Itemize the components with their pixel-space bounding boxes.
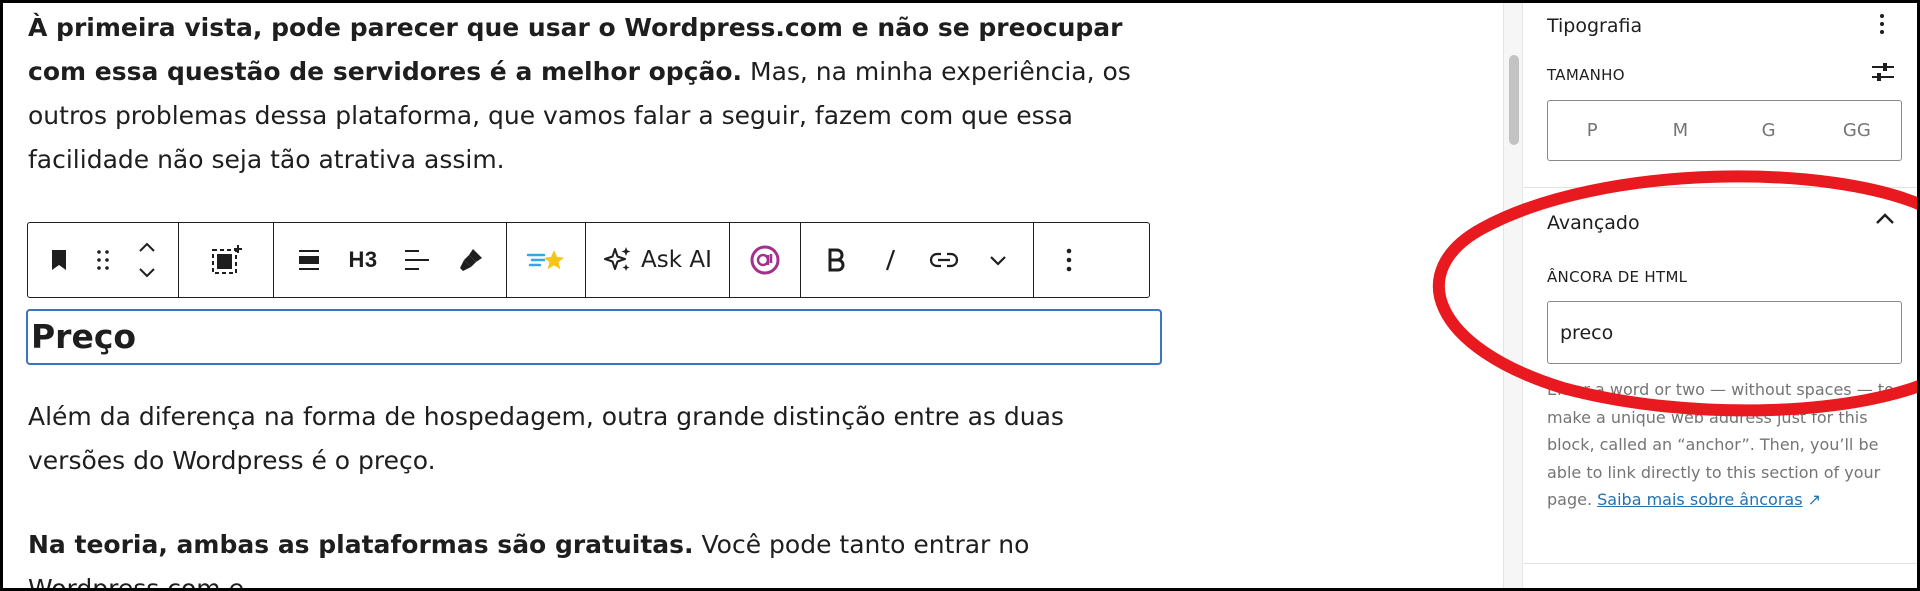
editor-canvas: À primeira vista, pode parecer que usar … [3, 3, 1493, 588]
paragraph-block[interactable]: Além da diferença na forma de hospedagem… [28, 395, 1168, 483]
toolbar-group-plugin [507, 223, 586, 297]
external-link-icon: ↗ [1807, 490, 1822, 509]
toolbar-group-ai-circle [730, 223, 801, 297]
heading-level-icon[interactable]: H3 [339, 236, 387, 284]
html-anchor-input[interactable] [1547, 301, 1902, 364]
heading-block[interactable]: Preço [26, 309, 1162, 365]
learn-more-anchors-link[interactable]: Saiba mais sobre âncoras [1597, 490, 1802, 509]
italic-icon[interactable] [866, 236, 914, 284]
ask-ai-button[interactable]: Ask AI [597, 236, 718, 284]
toolbar-group-more [1034, 223, 1104, 297]
panel-divider [1524, 187, 1917, 188]
highlighter-icon[interactable] [447, 236, 495, 284]
select-parent-icon[interactable] [190, 236, 262, 284]
scrollbar-thumb[interactable] [1509, 55, 1519, 145]
font-size-toggle-group: P M G GG [1547, 100, 1902, 161]
bookmark-icon[interactable] [39, 236, 79, 284]
html-anchor-help: Enter a word or two — without spaces — t… [1547, 376, 1907, 514]
size-label: TAMANHO [1547, 66, 1625, 84]
panel-divider [1524, 563, 1917, 564]
size-option-gg[interactable]: GG [1813, 101, 1901, 160]
text-align-icon[interactable] [393, 236, 441, 284]
align-icon[interactable] [285, 236, 333, 284]
advanced-panel-title[interactable]: Avançado [1547, 212, 1640, 234]
chevron-down-icon[interactable] [974, 236, 1022, 284]
paragraph-block[interactable]: Na teoria, ambas as plataformas são grat… [28, 523, 1168, 588]
more-options-icon[interactable] [1045, 236, 1093, 284]
sparkle-star-icon[interactable] [518, 236, 574, 284]
ai-circle-icon[interactable] [741, 236, 789, 284]
custom-size-icon[interactable] [1871, 61, 1895, 88]
ask-ai-label: Ask AI [641, 247, 712, 273]
toolbar-group-format: H3 [274, 223, 507, 297]
block-toolbar: H3 Ask AI [27, 222, 1150, 298]
editor-scrollbar[interactable] [1503, 3, 1523, 588]
ask-ai-icon [604, 247, 631, 271]
size-option-p[interactable]: P [1548, 101, 1636, 160]
toolbar-group-inline [801, 223, 1034, 297]
settings-sidebar: Tipografia TAMANHO P M G GG Avançado ÂNC… [1524, 3, 1917, 588]
screenshot-frame: À primeira vista, pode parecer que usar … [0, 0, 1920, 591]
toolbar-group-parent [179, 223, 274, 297]
typography-options-icon[interactable] [1879, 13, 1885, 40]
drag-handle-icon[interactable] [85, 236, 121, 284]
heading-text[interactable]: Preço [31, 317, 136, 357]
toolbar-group-block [28, 223, 179, 297]
chevron-up-icon[interactable] [1874, 211, 1896, 232]
html-anchor-label: ÂNCORA DE HTML [1547, 268, 1688, 286]
paragraph-block[interactable]: À primeira vista, pode parecer que usar … [28, 6, 1168, 182]
size-option-g[interactable]: G [1725, 101, 1813, 160]
link-icon[interactable] [920, 236, 968, 284]
toolbar-group-ai: Ask AI [586, 223, 730, 297]
move-up-down-icon[interactable] [127, 236, 167, 284]
size-option-m[interactable]: M [1636, 101, 1724, 160]
paragraph-bold-text: Na teoria, ambas as plataformas são grat… [28, 530, 694, 559]
bold-icon[interactable] [812, 236, 860, 284]
typography-panel-title[interactable]: Tipografia [1547, 15, 1642, 37]
heading-level-label: H3 [348, 247, 378, 272]
